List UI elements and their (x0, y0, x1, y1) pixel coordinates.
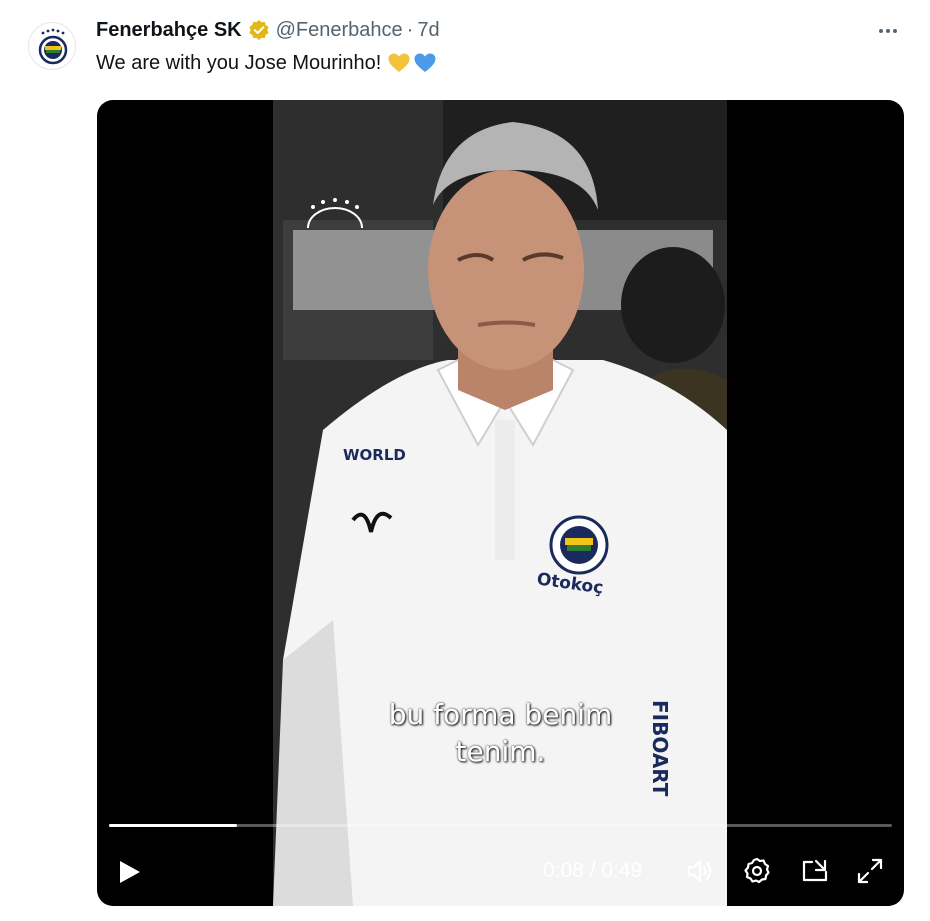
tweet-text: We are with you Jose Mourinho! (96, 50, 437, 76)
club-crest-icon (38, 28, 68, 65)
avatar[interactable] (28, 22, 76, 70)
fullscreen-icon[interactable] (855, 856, 885, 886)
subtitle-line-2: tenim. (455, 735, 546, 768)
video-progress-bar[interactable] (109, 824, 892, 827)
tweet-text-content: We are with you Jose Mourinho! (96, 52, 382, 74)
yellow-heart-icon (387, 52, 411, 74)
subtitle-line-1: bu forma benim (388, 698, 613, 731)
more-icon[interactable] (874, 20, 902, 42)
video-controls: 0:08 / 0:49 (97, 848, 904, 892)
video-progress-fill (109, 824, 237, 827)
play-icon[interactable] (115, 858, 143, 886)
sponsor-world-logo: WORLD (343, 446, 406, 464)
blue-heart-icon (413, 52, 437, 74)
handle[interactable]: @Fenerbahce (276, 19, 403, 42)
video-frame-image: WORLD Otokoç FIBOART (273, 100, 727, 906)
verified-badge-icon (248, 19, 270, 41)
settings-icon[interactable] (742, 856, 772, 886)
video-timecode: 0:08 / 0:49 (543, 859, 643, 882)
video-player[interactable]: WORLD Otokoç FIBOART bu forma benim teni… (97, 100, 904, 906)
separator-dot: · (406, 18, 414, 41)
tweet-header: Fenerbahçe SK @Fenerbahce · 7d (96, 17, 440, 43)
volume-icon[interactable] (685, 856, 715, 886)
video-frame: WORLD Otokoç FIBOART (273, 100, 727, 906)
timestamp[interactable]: 7d (417, 19, 439, 42)
display-name[interactable]: Fenerbahçe SK (96, 19, 242, 42)
picture-in-picture-icon[interactable] (800, 856, 830, 886)
